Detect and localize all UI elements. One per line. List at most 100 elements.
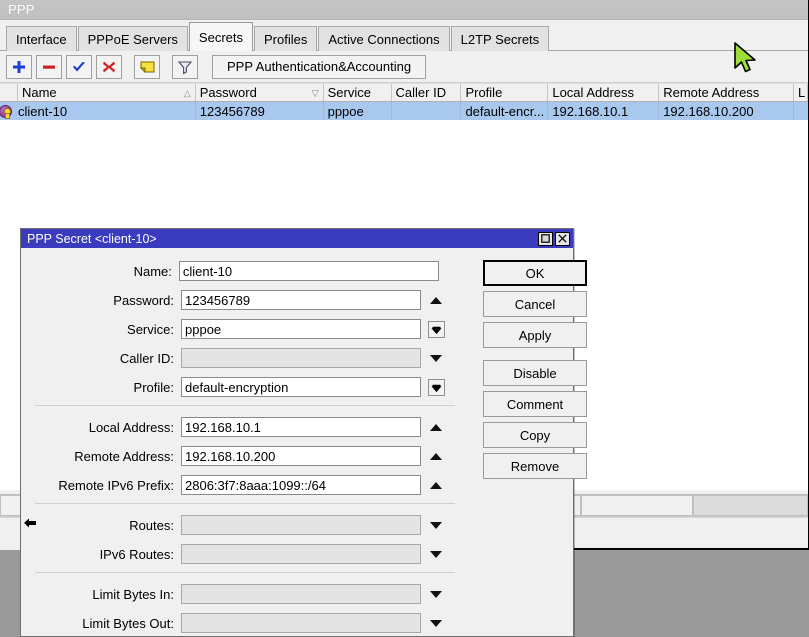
remote-ipv6-prefix-input[interactable]: 2806:3f7:8aaa:1099::/64 <box>181 475 421 495</box>
field-profile: Profile: default-encryption <box>21 376 469 398</box>
maximize-button[interactable] <box>538 232 553 246</box>
cell-remote-address: 192.168.10.200 <box>659 102 794 120</box>
limit-bytes-in-expand-button[interactable] <box>421 591 451 598</box>
profile-dropdown-button[interactable] <box>421 379 451 396</box>
comment-button[interactable] <box>134 55 160 79</box>
chevron-down-icon <box>431 324 442 335</box>
dialog-title-bar[interactable]: PPP Secret <client-10> <box>21 229 573 248</box>
screen: PPP Interface PPPoE Servers Secrets Prof… <box>0 0 809 637</box>
window-title-bar[interactable]: PPP <box>0 0 808 20</box>
cell-profile: default-encr... <box>461 102 548 120</box>
dialog-button-column: OK Cancel Apply Disable Comment Copy Rem… <box>483 260 587 484</box>
tab-secrets[interactable]: Secrets <box>189 22 253 51</box>
local-address-expand-button[interactable] <box>421 424 451 431</box>
service-input[interactable]: pppoe <box>181 319 421 339</box>
section-divider-3 <box>35 572 455 573</box>
tab-active-connections[interactable]: Active Connections <box>318 26 449 51</box>
password-input[interactable]: 123456789 <box>181 290 421 310</box>
local-address-input[interactable]: 192.168.10.1 <box>181 417 421 437</box>
chevron-down-icon <box>430 522 442 529</box>
limit-bytes-out-input[interactable] <box>181 613 421 633</box>
status-cell-mid <box>581 495 693 516</box>
name-input[interactable]: client-10 <box>179 261 440 281</box>
ipv6-routes-input[interactable] <box>181 544 421 564</box>
add-button[interactable] <box>6 55 32 79</box>
comment-button[interactable]: Comment <box>483 391 587 417</box>
cell-caller-id <box>392 102 462 120</box>
tab-label: PPPoE Servers <box>88 33 178 46</box>
funnel-icon <box>177 59 193 75</box>
th-local-address[interactable]: Local Address <box>548 84 659 101</box>
apply-button[interactable]: Apply <box>483 322 587 348</box>
copy-button[interactable]: Copy <box>483 422 587 448</box>
remote-address-expand-button[interactable] <box>421 453 451 460</box>
th-service[interactable]: Service <box>324 84 392 101</box>
th-remote-address[interactable]: Remote Address <box>659 84 794 101</box>
service-dropdown-button[interactable] <box>421 321 451 338</box>
cell-name: client-10 <box>18 102 196 120</box>
dialog-title: PPP Secret <client-10> <box>27 232 157 246</box>
field-label: Local Address: <box>21 420 181 435</box>
caller-id-expand-button[interactable] <box>421 355 451 362</box>
dialog-body: Name: client-10 Password: 123456789 Serv… <box>21 248 573 636</box>
field-local-address: Local Address: 192.168.10.1 <box>21 416 469 438</box>
tab-pppoe-servers[interactable]: PPPoE Servers <box>78 26 188 51</box>
table-row[interactable]: client-10 123456789 pppoe default-encr..… <box>0 102 808 120</box>
th-icon <box>0 84 18 101</box>
chevron-down-icon <box>430 355 442 362</box>
field-label: Remote Address: <box>21 449 181 464</box>
th-label: L <box>798 85 805 100</box>
cancel-button[interactable]: Cancel <box>483 291 587 317</box>
limit-bytes-in-input[interactable] <box>181 584 421 604</box>
remove-button[interactable]: Remove <box>483 453 587 479</box>
chevron-down-icon <box>430 620 442 627</box>
routes-expand-button[interactable] <box>421 522 451 529</box>
th-caller-id[interactable]: Caller ID <box>392 84 462 101</box>
close-button[interactable] <box>555 232 570 246</box>
field-service: Service: pppoe <box>21 318 469 340</box>
enable-button[interactable] <box>66 55 92 79</box>
chevron-up-icon <box>430 453 442 460</box>
chevron-up-icon <box>430 482 442 489</box>
filter-button[interactable] <box>172 55 198 79</box>
tab-profiles[interactable]: Profiles <box>254 26 317 51</box>
tab-l2tp-secrets[interactable]: L2TP Secrets <box>451 26 550 51</box>
field-label: Name: <box>21 264 179 279</box>
routes-input[interactable] <box>181 515 421 535</box>
tab-label: Profiles <box>264 33 307 46</box>
tab-label: Interface <box>16 33 67 46</box>
close-icon <box>558 234 567 243</box>
th-password[interactable]: Password ▽ <box>196 84 324 101</box>
ipv6-routes-expand-button[interactable] <box>421 551 451 558</box>
ok-button[interactable]: OK <box>483 260 587 286</box>
chevron-down-icon <box>431 382 442 393</box>
remote-address-input[interactable]: 192.168.10.200 <box>181 446 421 466</box>
window-title: PPP <box>8 2 35 17</box>
note-icon <box>139 59 156 75</box>
ppp-authentication-accounting-button[interactable]: PPP Authentication&Accounting <box>212 55 426 79</box>
section-divider-2 <box>35 503 455 504</box>
profile-input[interactable]: default-encryption <box>181 377 421 397</box>
remote-ipv6-prefix-expand-button[interactable] <box>421 482 451 489</box>
th-extra[interactable]: L <box>794 84 808 101</box>
th-label: Name <box>22 85 57 100</box>
field-limit-bytes-out: Limit Bytes Out: <box>21 612 469 634</box>
password-expand-button[interactable] <box>421 297 451 304</box>
field-label: IPv6 Routes: <box>21 547 181 562</box>
disable-button[interactable] <box>96 55 122 79</box>
limit-bytes-out-expand-button[interactable] <box>421 620 451 627</box>
remove-button[interactable] <box>36 55 62 79</box>
plus-icon <box>11 59 27 75</box>
field-password: Password: 123456789 <box>21 289 469 311</box>
caller-id-input[interactable] <box>181 348 421 368</box>
th-label: Service <box>328 85 371 100</box>
status-cell-right <box>693 495 808 516</box>
th-profile[interactable]: Profile <box>461 84 548 101</box>
th-name[interactable]: Name △ <box>18 84 196 101</box>
disable-button[interactable]: Disable <box>483 360 587 386</box>
dropdown-box <box>428 379 445 396</box>
tab-interface[interactable]: Interface <box>6 26 77 51</box>
tab-label: Secrets <box>199 31 243 44</box>
field-label: Password: <box>21 293 181 308</box>
field-ipv6-routes: IPv6 Routes: <box>21 543 469 565</box>
